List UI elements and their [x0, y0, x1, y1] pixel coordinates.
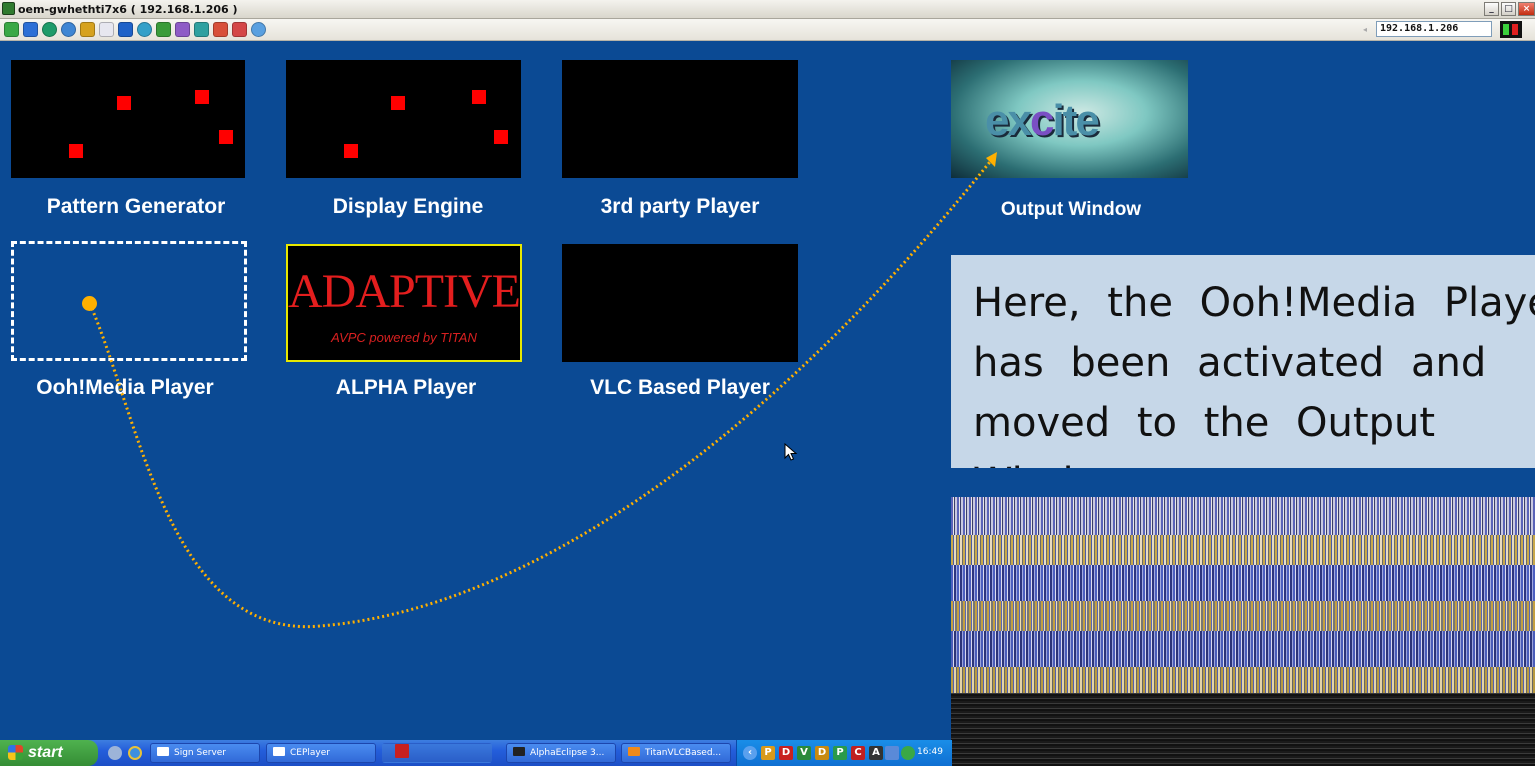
drag-origin-dot: [82, 296, 97, 311]
arrowhead-icon: [986, 152, 997, 167]
mouse-cursor-icon: [784, 443, 798, 461]
drag-path-arrow: [88, 152, 997, 629]
